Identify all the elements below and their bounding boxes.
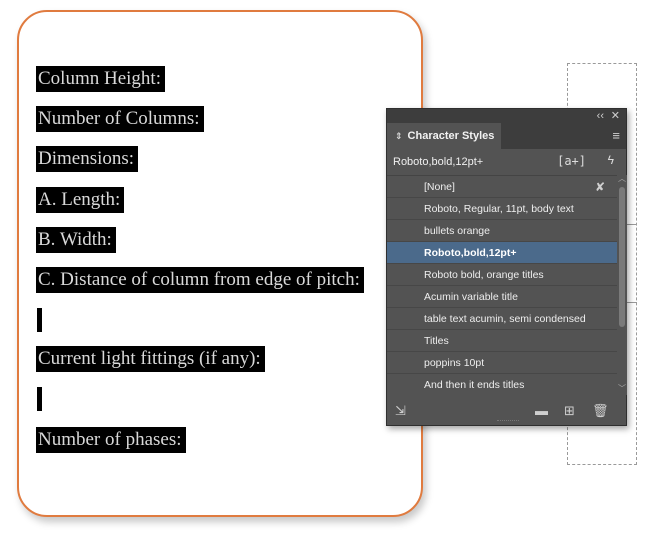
current-style-row: Roboto,bold,12pt+ [387,149,626,175]
trash-icon[interactable]: 🗑 [592,403,609,419]
doc-line-number-of-columns[interactable]: Number of Columns: [36,106,204,132]
list-item[interactable]: bullets orange [387,220,617,242]
list-item-label: Titles [424,335,449,347]
chevron-up-icon[interactable]: ︿ [618,173,626,184]
current-style-label: Roboto,bold,12pt+ [393,156,484,168]
doc-line-length[interactable]: A. Length: [36,187,125,213]
list-item-label: Acumin variable title [424,291,518,303]
panel-footer: ⇲ ▬ ⊞ 🗑 [387,395,626,425]
lightning-icon[interactable]: ϟ [608,153,614,167]
pen-cross-icon[interactable]: ✘ [595,176,605,198]
tab-label: Character Styles [407,130,495,142]
double-chevron-icon[interactable]: ‹‹ [597,109,604,123]
menu-icon[interactable]: ≡ [612,129,620,143]
create-style-from-selection-button[interactable]: [a+] [557,154,586,168]
doc-line-width[interactable]: B. Width: [36,227,116,253]
list-item[interactable]: And then it ends titles [387,374,617,396]
frame-tick [627,224,637,225]
close-icon[interactable]: ✕ [611,109,620,123]
character-styles-panel: ‹‹ ✕ ⇕ Character Styles ≡ Roboto,bold,12… [386,108,627,426]
list-item[interactable]: Roboto bold, orange titles [387,264,617,286]
list-item-label: poppins 10pt [424,357,485,369]
panel-tabbar: ⇕ Character Styles ≡ [387,123,626,149]
list-item[interactable]: Roboto, Regular, 11pt, body text [387,198,617,220]
empty-text-bar[interactable] [37,308,42,332]
doc-line-dimensions[interactable]: Dimensions: [36,146,139,172]
doc-line-distance[interactable]: C. Distance of column from edge of pitch… [36,267,364,293]
sort-arrows-icon: ⇕ [395,130,403,141]
list-item[interactable]: Acumin variable title [387,286,617,308]
list-item-label: [None] [424,181,455,193]
frame-tick [627,302,637,303]
doc-line-light-fittings[interactable]: Current light fittings (if any): [36,346,265,372]
scroll-thumb[interactable] [619,187,625,327]
list-item-label: Roboto,bold,12pt+ [424,247,517,259]
doc-line-column-height[interactable]: Column Height: [36,66,165,92]
panel-titlebar[interactable]: ‹‹ ✕ [387,109,626,123]
new-style-icon[interactable]: ⊞ [564,403,575,419]
list-scrollbar[interactable]: ︿ ﹀ [617,173,627,395]
styles-list: [None] ✘ Roboto, Regular, 11pt, body tex… [387,175,617,396]
list-item[interactable]: [None] ✘ [387,176,617,198]
list-item-label: Roboto, Regular, 11pt, body text [424,203,574,215]
resize-grip[interactable] [497,420,519,424]
load-styles-icon[interactable]: ⇲ [395,403,406,419]
list-item-label: bullets orange [424,225,490,237]
tab-character-styles[interactable]: ⇕ Character Styles [387,123,501,149]
empty-text-bar[interactable] [37,387,42,411]
list-item-selected[interactable]: Roboto,bold,12pt+ [387,242,617,264]
list-item[interactable]: poppins 10pt [387,352,617,374]
list-item[interactable]: Titles [387,330,617,352]
list-item-label: Roboto bold, orange titles [424,269,544,281]
chevron-down-icon[interactable]: ﹀ [618,383,626,394]
folder-icon[interactable]: ▬ [535,403,548,418]
doc-line-number-of-phases[interactable]: Number of phases: [36,427,186,453]
list-item-label: table text acumin, semi condensed [424,313,586,325]
list-item-label: And then it ends titles [424,379,525,391]
list-item[interactable]: table text acumin, semi condensed [387,308,617,330]
